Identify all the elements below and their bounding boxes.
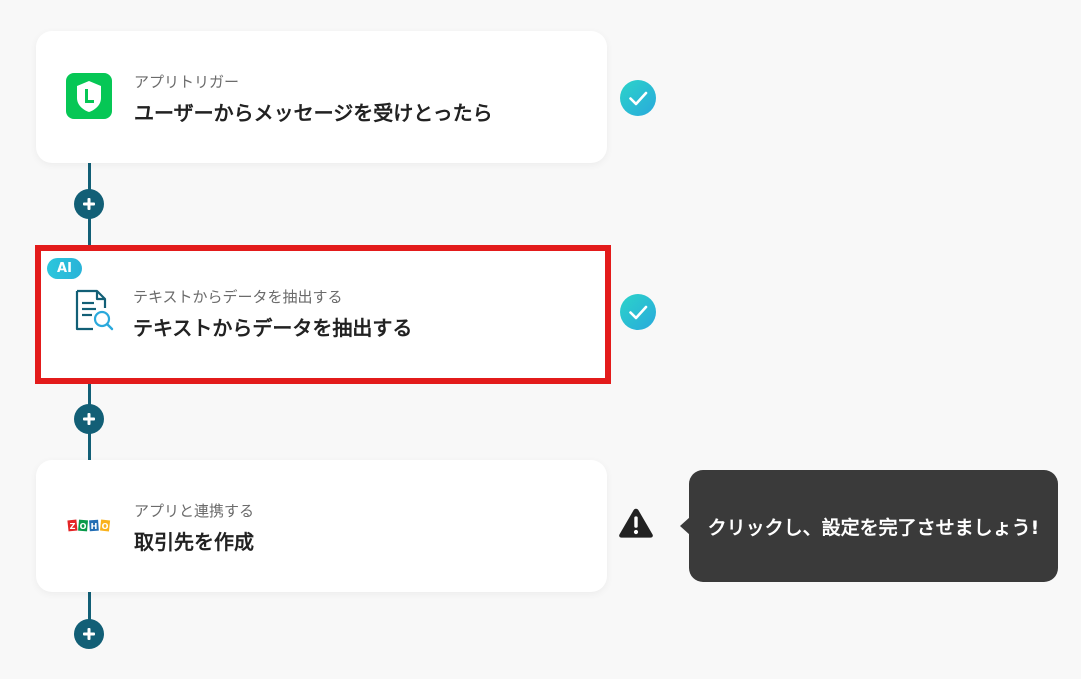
zoho-letter: O (102, 522, 109, 531)
add-step-button[interactable] (74, 189, 104, 219)
step-title: ユーザーからメッセージを受けとったら (134, 101, 493, 125)
step-type-label: アプリトリガー (134, 73, 240, 91)
plus-icon (83, 413, 95, 425)
plus-icon (83, 198, 95, 210)
flow-step-trigger[interactable]: アプリトリガー ユーザーからメッセージを受けとったら (36, 31, 607, 163)
flow-step-ai-extract[interactable]: AI テキストからデータを抽出する テキストからデータを抽出する (35, 245, 611, 384)
status-complete-check-icon (620, 80, 656, 116)
status-complete-check-icon (620, 294, 656, 330)
document-search-icon (70, 288, 116, 334)
setup-hint-tooltip: クリックし、設定を完了させましょう! (689, 470, 1058, 582)
status-warning-icon (618, 505, 654, 541)
step-title: テキストからデータを抽出する (133, 316, 413, 340)
line-icon (66, 73, 112, 119)
step-type-label: テキストからデータを抽出する (133, 288, 343, 306)
step-type-label: アプリと連携する (134, 502, 255, 520)
plus-icon (83, 628, 95, 640)
zoho-letter: H (91, 522, 98, 531)
zoho-letter: Z (70, 522, 76, 531)
zoho-logo: Z O H O (66, 503, 112, 549)
flow-step-create-account[interactable]: Z O H O アプリと連携する 取引先を作成 (36, 460, 607, 592)
zoho-letter: O (80, 522, 87, 531)
step-title: 取引先を作成 (134, 530, 254, 554)
add-step-button[interactable] (74, 619, 104, 649)
add-step-button[interactable] (74, 404, 104, 434)
ai-badge: AI (47, 258, 82, 279)
tooltip-text: クリックし、設定を完了させましょう! (707, 516, 1040, 539)
flow-connector-line (88, 591, 91, 621)
